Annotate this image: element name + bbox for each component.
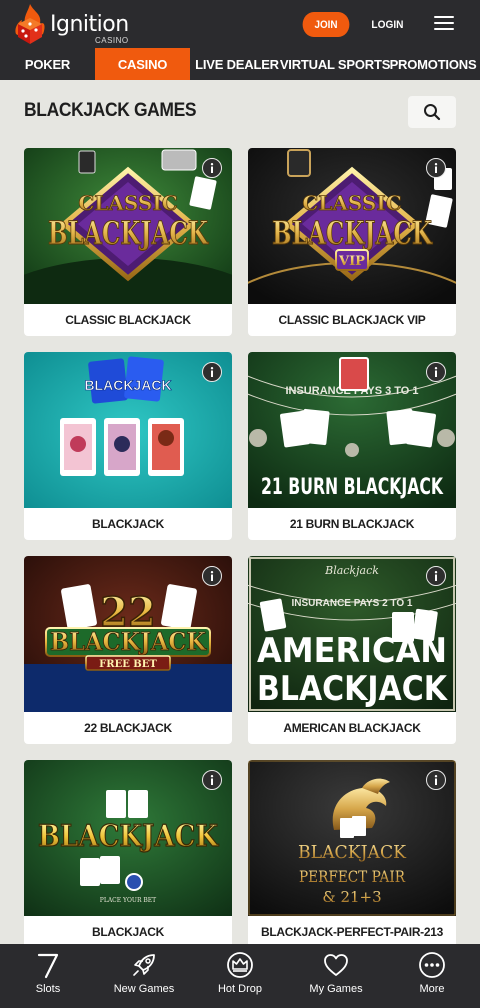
info-icon[interactable] [426,158,446,178]
bottom-nav: Slots New Games Hot Drop My Games More [0,944,480,1008]
logo-text: Ignition [50,11,129,37]
page-title: BLACKJACK GAMES [24,100,197,121]
slots-icon [37,953,59,979]
game-card[interactable]: Blackjack INSURANCE PAYS 2 TO 1 AMERICAN… [248,556,456,744]
game-thumbnail[interactable]: BLACKJACK PERFECT PAIR & 21+3 [248,760,456,916]
bottom-nav-my-games[interactable]: My Games [288,944,384,1008]
art-line2: BLACKJACK [48,214,209,252]
game-title[interactable]: CLASSIC BLACKJACK [24,304,232,336]
art-line1: BLACKJACK [84,377,171,393]
game-card[interactable]: BLACKJACK PLACE YOUR BET BLACKJACK [24,760,232,948]
info-icon[interactable] [202,770,222,790]
hamburger-menu-icon[interactable] [434,16,454,32]
game-thumbnail[interactable]: BLACKJACK [24,352,232,508]
art-line3: INSURANCE PAYS 2 TO 1 [292,598,413,609]
join-button[interactable]: JOIN [302,12,350,37]
logo-subtext: CASINO [94,35,129,45]
art-line4: Blackjack [324,564,379,577]
info-icon[interactable] [426,770,446,790]
game-card[interactable]: INSURANCE PAYS 3 TO 1 21 BURN BLACKJACK … [248,352,456,540]
art-line1: BLACKJACK [298,842,407,863]
info-icon[interactable] [202,362,222,382]
main-nav: POKER CASINO LIVE DEALER VIRTUAL SPORTS … [0,48,480,80]
bottom-nav-label: Hot Drop [217,983,263,995]
flame-dice-icon [15,4,45,44]
game-card[interactable]: 22 BLACKJACK FREE BET 22 BLACKJACK [24,556,232,744]
art-line1: CLASSIC [302,191,401,215]
game-thumbnail[interactable]: Blackjack INSURANCE PAYS 2 TO 1 AMERICAN… [248,556,456,712]
art-line2: PERFECT PAIR [299,867,406,886]
art-line3: & 21+3 [322,888,381,906]
bottom-nav-label: Slots [35,983,61,995]
search-button[interactable] [408,96,456,128]
info-icon[interactable] [202,566,222,586]
game-card[interactable]: CLASSIC BLACKJACK VIP CLASSIC BLACKJACK … [248,148,456,336]
art-line1: CLASSIC [78,191,177,215]
game-card[interactable]: BLACKJACK BLACKJACK [24,352,232,540]
art-line2: BLACKJACK [50,627,207,656]
game-card[interactable]: CLASSIC BLACKJACK CLASSIC BLACKJACK [24,148,232,336]
search-icon [424,104,441,121]
logo[interactable]: Ignition CASINO [10,0,129,48]
game-title[interactable]: BLACKJACK [24,508,232,540]
bottom-nav-label: My Games [309,983,363,995]
game-thumbnail[interactable]: 22 BLACKJACK FREE BET [24,556,232,712]
art-line2: PLACE YOUR BET [100,897,156,904]
bottom-nav-more[interactable]: More [384,944,480,1008]
nav-item-live-dealer[interactable]: LIVE DEALER [190,48,284,80]
game-thumbnail[interactable]: INSURANCE PAYS 3 TO 1 21 BURN BLACKJACK [248,352,456,508]
art-line1: 21 BURN BLACKJACK [261,475,444,500]
more-icon [419,952,445,978]
bottom-nav-label: New Games [113,983,175,995]
art-line2: BLACKJACK [257,669,448,709]
crown-icon [227,952,253,978]
bottom-nav-label: More [419,983,445,995]
info-icon[interactable] [426,566,446,586]
game-thumbnail[interactable]: CLASSIC BLACKJACK VIP [248,148,456,304]
art-line1: BLACKJACK [38,819,219,854]
nav-item-poker[interactable]: POKER [0,48,95,80]
game-title[interactable]: AMERICAN BLACKJACK [248,712,456,744]
game-card[interactable]: BLACKJACK PERFECT PAIR & 21+3 BLACKJACK-… [248,760,456,948]
nav-item-casino[interactable]: CASINO [95,48,190,80]
heart-icon [324,954,348,976]
game-title[interactable]: 21 BURN BLACKJACK [248,508,456,540]
game-title[interactable]: 22 BLACKJACK [24,712,232,744]
game-title[interactable]: CLASSIC BLACKJACK VIP [248,304,456,336]
bottom-nav-new-games[interactable]: New Games [96,944,192,1008]
art-line3: VIP [338,254,365,269]
game-thumbnail[interactable]: CLASSIC BLACKJACK [24,148,232,304]
top-bar: Ignition CASINO JOIN LOGIN [0,0,480,48]
art-line3: FREE BET [99,659,157,670]
info-icon[interactable] [426,362,446,382]
nav-item-promotions[interactable]: PROMOTIONS [386,48,480,80]
info-icon[interactable] [202,158,222,178]
game-thumbnail[interactable]: BLACKJACK PLACE YOUR BET [24,760,232,916]
bottom-nav-slots[interactable]: Slots [0,944,96,1008]
login-link[interactable]: LOGIN [371,12,403,37]
rocket-icon [133,954,155,976]
art-line1: AMERICAN [257,631,447,671]
bottom-nav-hot-drop[interactable]: Hot Drop [192,944,288,1008]
nav-item-virtual-sports[interactable]: VIRTUAL SPORTS [280,48,391,80]
art-line2: BLACKJACK [272,214,433,252]
